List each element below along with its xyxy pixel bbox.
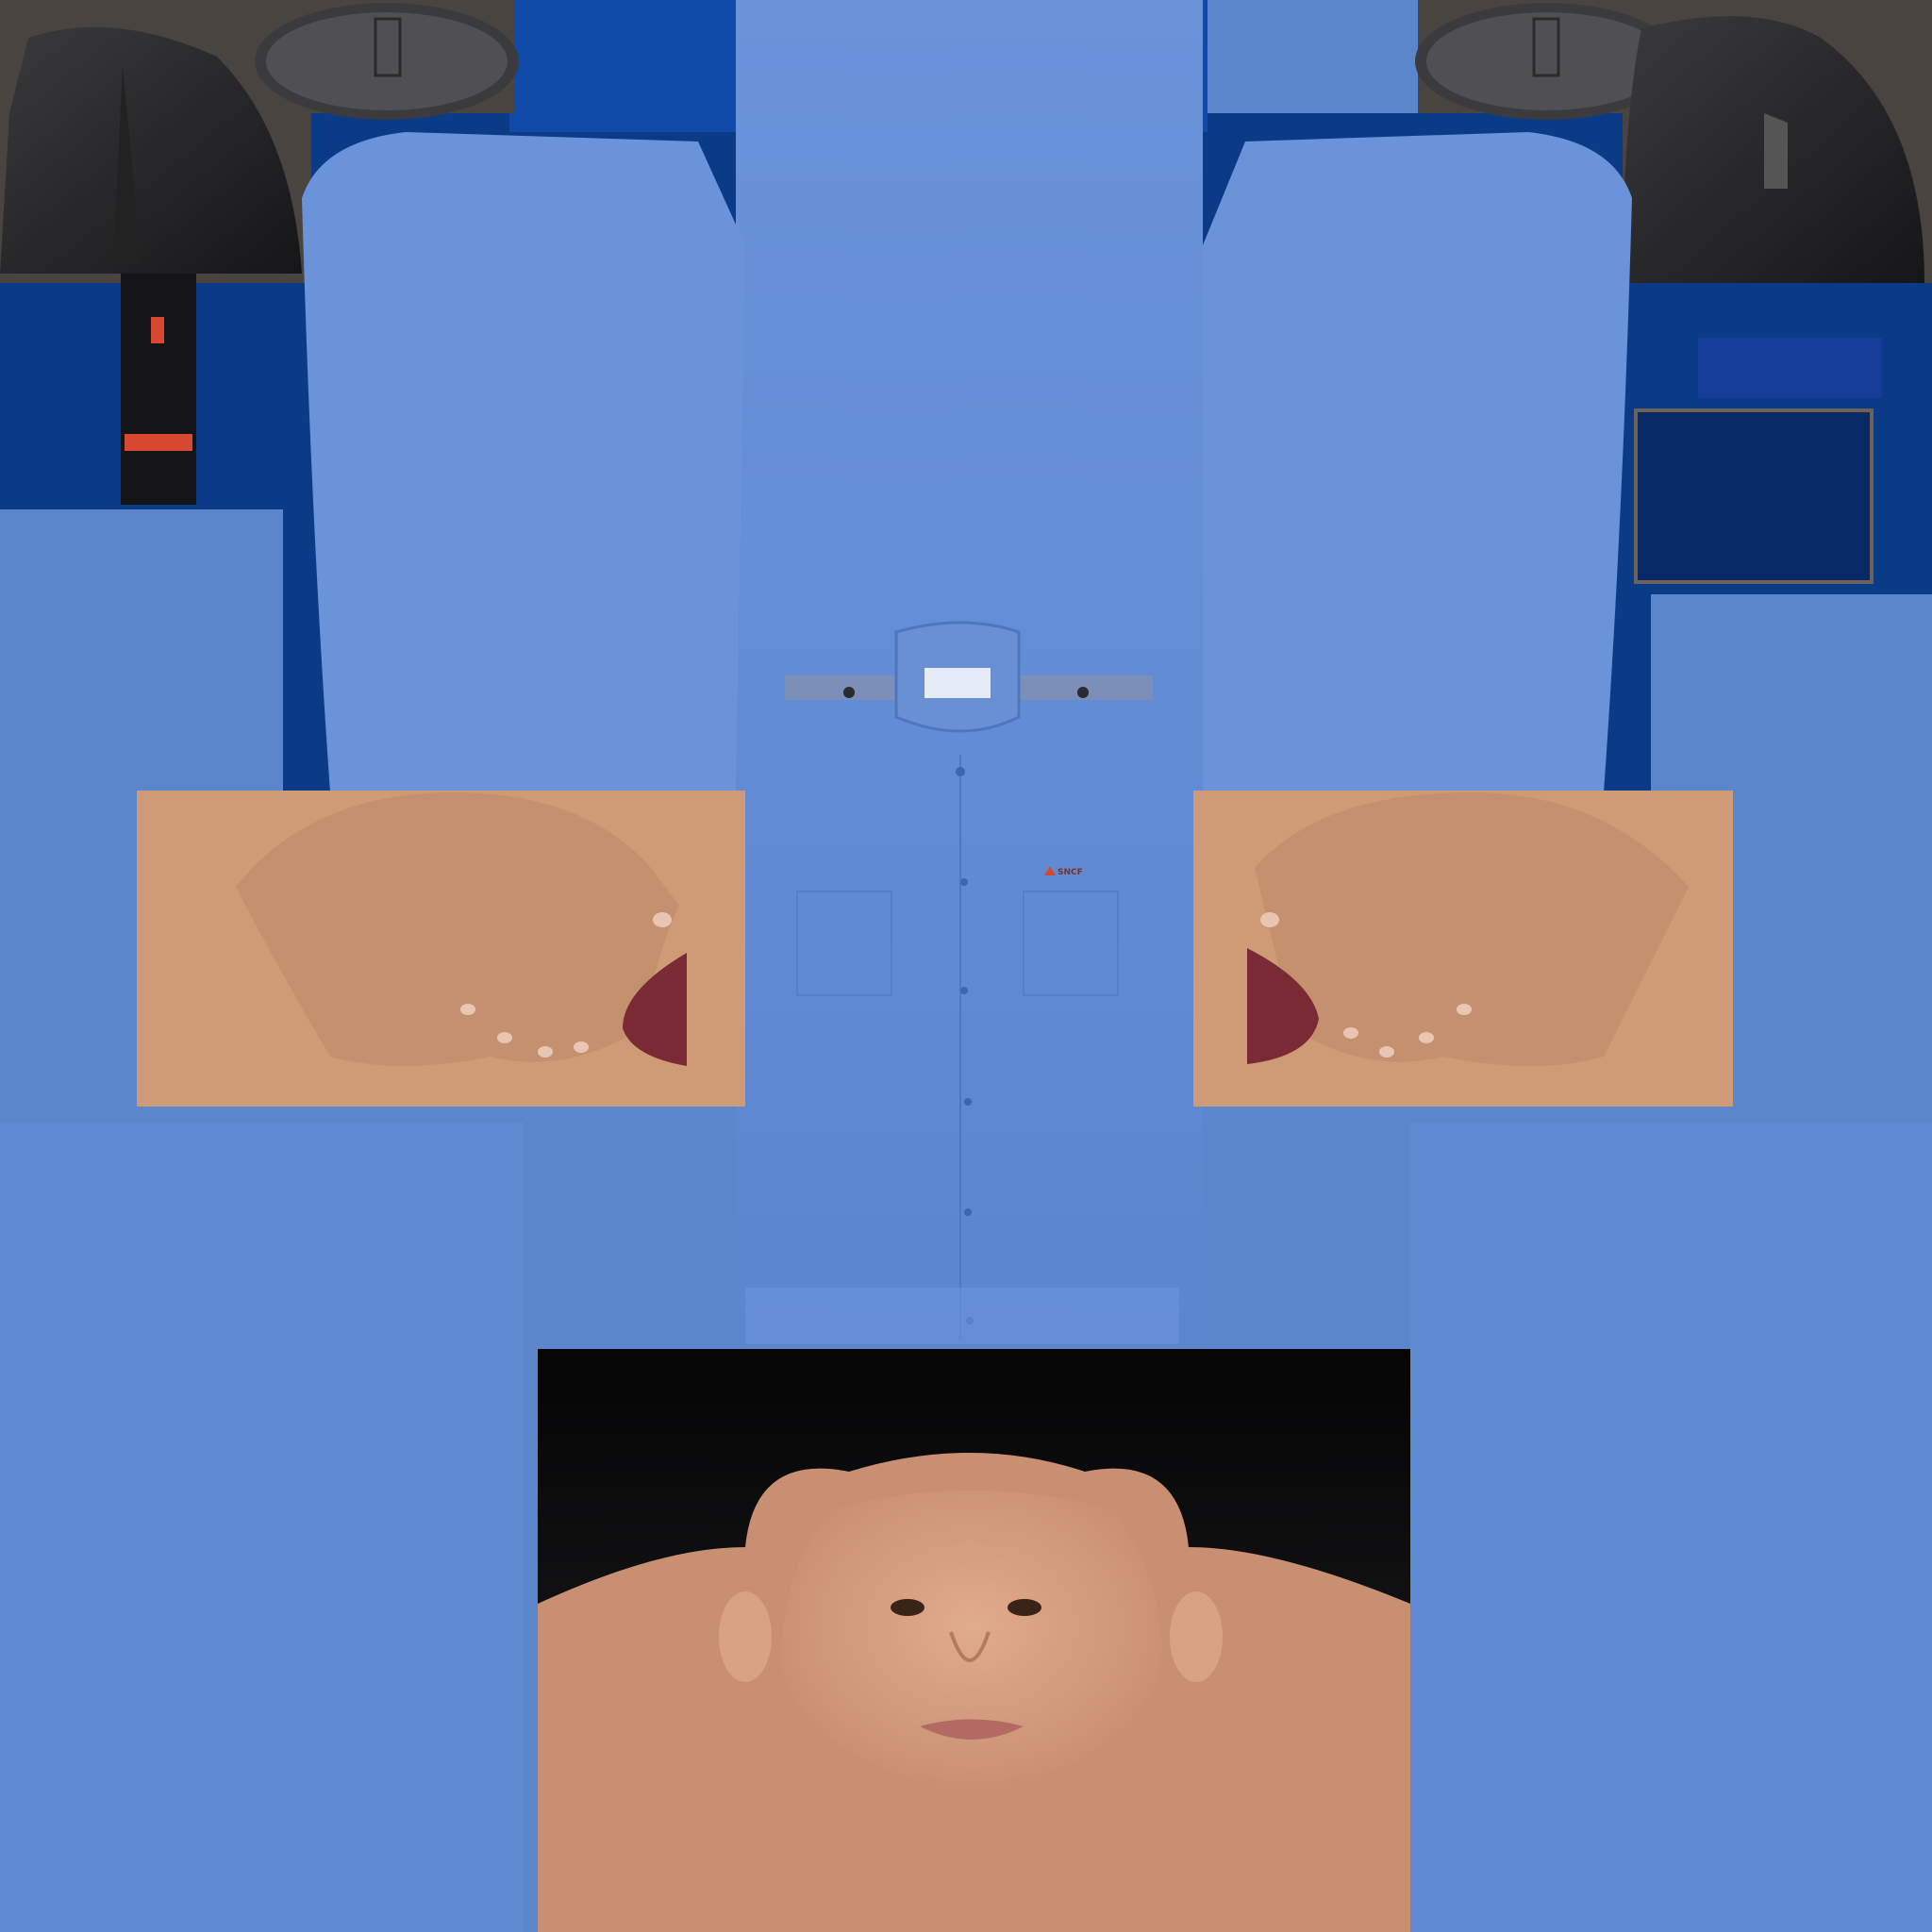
right-hand-panel — [1193, 791, 1733, 1107]
left-lower-panel — [0, 1123, 524, 1932]
left-hand-panel — [137, 791, 745, 1107]
shirt-hem — [745, 1288, 1179, 1344]
left-sleeve — [302, 132, 745, 792]
right-eye-icon — [1008, 1599, 1041, 1616]
shirt-logo-text: SNCF — [1058, 868, 1083, 877]
uv-texture-atlas: SNCF — [0, 0, 1932, 1932]
collar-badge-icon — [924, 668, 991, 698]
right-lower-panel — [1410, 1123, 1932, 1932]
head-texture — [538, 1349, 1410, 1932]
left-eye-icon — [891, 1599, 924, 1616]
navy-tag-frame — [1634, 408, 1874, 584]
right-sleeve — [1203, 132, 1632, 792]
texture-canvas: SNCF — [0, 0, 1932, 1932]
navy-tag-right — [1698, 338, 1882, 398]
left-sole-icon — [255, 3, 519, 120]
